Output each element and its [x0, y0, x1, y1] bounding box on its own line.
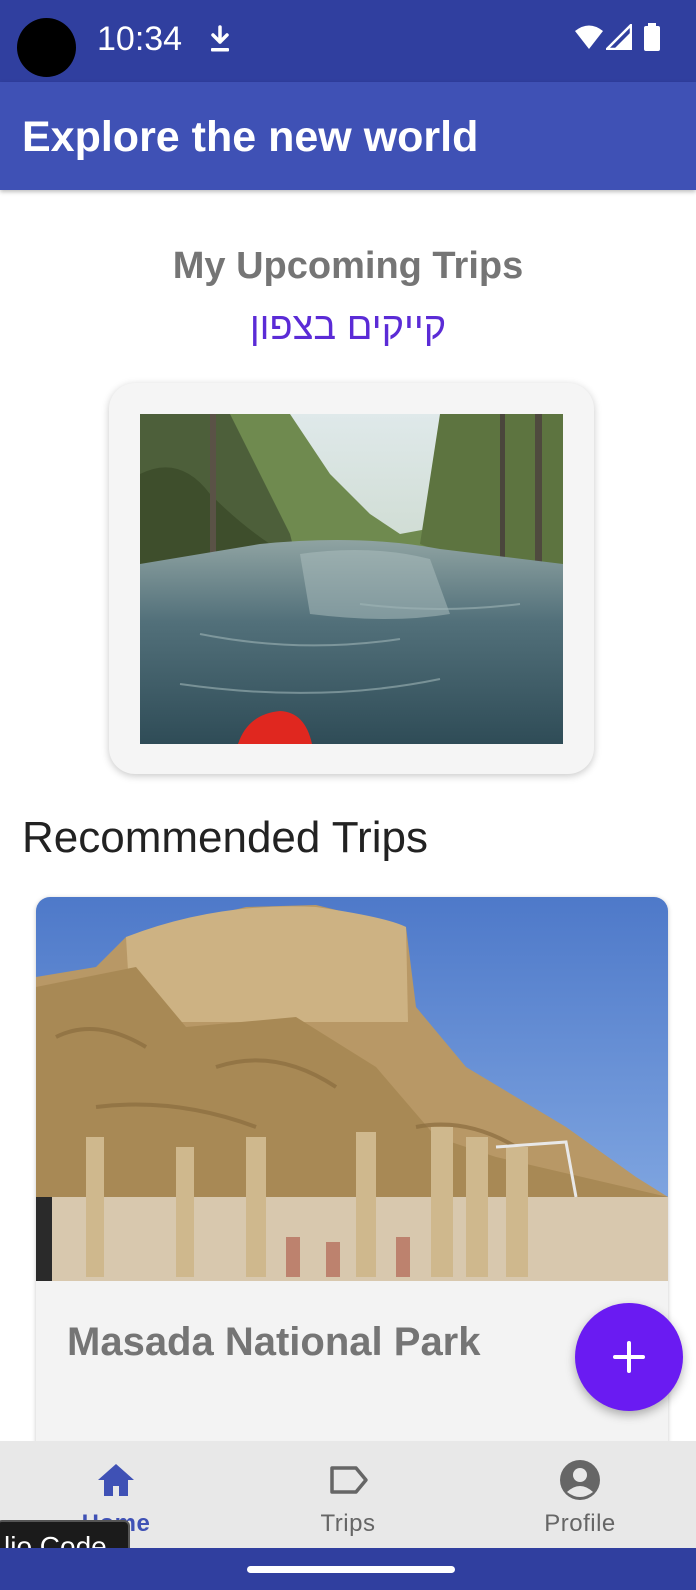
recommended-trip-title: Masada National Park	[67, 1320, 481, 1364]
recommended-trip-card[interactable]: Masada National Park	[36, 897, 668, 1457]
masada-ruins-photo	[36, 897, 668, 1281]
status-time: 10:34	[97, 20, 183, 58]
upcoming-trips-heading: My Upcoming Trips	[172, 245, 524, 287]
nav-item-trips[interactable]: Trips	[232, 1441, 464, 1548]
camera-cutout	[17, 18, 76, 77]
gesture-handle[interactable]	[247, 1566, 455, 1573]
upcoming-trip-card[interactable]	[109, 383, 594, 774]
status-bar: 10:34	[0, 0, 696, 82]
download-icon	[211, 25, 229, 52]
plus-icon	[613, 1341, 645, 1373]
nav-label-trips: Trips	[320, 1510, 376, 1537]
app-title: Explore the new world	[22, 113, 479, 161]
wifi-icon	[575, 25, 603, 49]
gesture-navigation-bar	[0, 1548, 696, 1590]
add-trip-button[interactable]	[575, 1303, 683, 1411]
account-circle-icon	[560, 1460, 600, 1500]
home-icon	[98, 1464, 134, 1496]
nav-label-profile: Profile	[544, 1510, 616, 1537]
upcoming-trip-name[interactable]: קייקים בצפון	[0, 304, 696, 350]
signal-icon	[606, 24, 632, 50]
recommended-trips-heading: Recommended Trips	[22, 813, 428, 862]
app-bar: Explore the new world	[0, 82, 696, 190]
label-tag-icon	[330, 1466, 368, 1494]
battery-icon	[644, 23, 660, 51]
nav-item-profile[interactable]: Profile	[464, 1441, 696, 1548]
river-kayak-photo	[140, 414, 563, 744]
